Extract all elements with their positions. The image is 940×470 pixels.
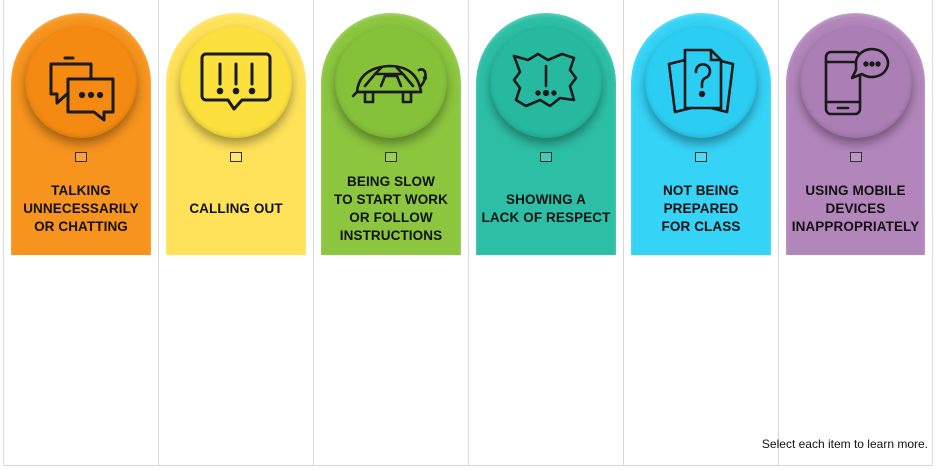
visited-checkbox[interactable] [230,152,242,162]
turtle-icon [351,64,428,104]
column-content-area [624,256,778,466]
column-talking: TALKING UNNECESSARILY OR CHATTING [3,0,158,466]
item-label: NOT BEING PREPARED FOR CLASS [661,183,741,234]
card-calling-out[interactable]: CALLING OUT [166,13,306,255]
icon-disc [335,26,447,138]
column-content-area [314,256,468,466]
visited-checkbox[interactable] [75,152,87,162]
visited-checkbox[interactable] [540,152,552,162]
visited-checkbox[interactable] [385,152,397,162]
card-talking[interactable]: TALKING UNNECESSARILY OR CHATTING [11,13,151,255]
item-label: SHOWING A LACK OF RESPECT [481,192,611,225]
exclamation-burst-icon [512,52,578,108]
column-content-area [779,256,932,466]
icon-disc [180,26,292,138]
icon-disc [490,26,602,138]
card-not-prepared[interactable]: NOT BEING PREPARED FOR CLASS [631,13,771,255]
column-lack-of-respect: SHOWING A LACK OF RESPECT [468,0,623,466]
column-mobile-devices: USING MOBILE DEVICES INAPPROPRIATELY [778,0,933,466]
column-not-prepared: NOT BEING PREPARED FOR CLASS [623,0,778,466]
column-calling-out: CALLING OUT [158,0,313,466]
column-content-area [469,256,623,466]
item-label: BEING SLOW TO START WORK OR FOLLOW INSTR… [333,174,449,243]
interaction-stage: TALKING UNNECESSARILY OR CHATTING CALLIN… [0,0,940,470]
visited-checkbox[interactable] [849,152,862,162]
item-label: TALKING UNNECESSARILY OR CHATTING [23,183,139,234]
card-lack-of-respect[interactable]: SHOWING A LACK OF RESPECT [476,13,616,255]
mobile-phone-chat-icon [824,47,889,116]
column-being-slow: BEING SLOW TO START WORK OR FOLLOW INSTR… [313,0,468,466]
chat-bubbles-icon [49,56,115,122]
card-being-slow[interactable]: BEING SLOW TO START WORK OR FOLLOW INSTR… [321,13,461,255]
item-label: USING MOBILE DEVICES INAPPROPRIATELY [791,183,920,234]
card-mobile-devices[interactable]: USING MOBILE DEVICES INAPPROPRIATELY [786,13,925,255]
icon-disc [645,26,757,138]
column-content-area [159,256,313,466]
visited-checkbox[interactable] [695,152,707,162]
column-content-area [4,256,158,466]
exclamation-bubble-icon [200,52,272,111]
instruction-text: Select each item to learn more. [761,437,928,451]
question-papers-icon [667,48,735,114]
icon-disc [799,26,912,138]
item-label: CALLING OUT [189,201,283,216]
icon-disc [25,26,137,138]
